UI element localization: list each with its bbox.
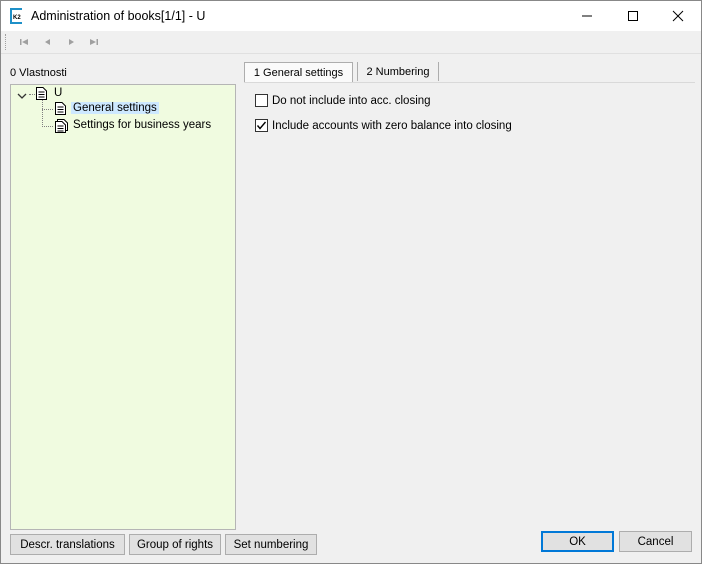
close-button[interactable]	[655, 1, 701, 31]
do-not-include-checkbox[interactable]	[255, 94, 268, 107]
group-of-rights-button[interactable]: Group of rights	[129, 534, 221, 555]
document-icon	[55, 102, 66, 115]
maximize-icon	[628, 11, 638, 21]
ok-button[interactable]: OK	[541, 531, 614, 552]
documents-icon	[55, 119, 68, 133]
cancel-button[interactable]: Cancel	[619, 531, 692, 552]
tree-item-settings-for-business-years[interactable]: Settings for business years	[73, 119, 211, 131]
tree-connector	[42, 100, 43, 127]
do-not-include-label: Do not include into acc. closing	[272, 94, 431, 107]
toolbar-grip[interactable]	[5, 34, 8, 50]
k2-app-icon: K2	[10, 8, 24, 24]
checkmark-icon	[256, 121, 267, 130]
record-navigation-toolbar	[1, 31, 701, 54]
close-icon	[672, 10, 684, 22]
maximize-button[interactable]	[610, 1, 656, 31]
dialog-window: K2 Administration of books[1/1] - U 0 Vl	[0, 0, 702, 564]
minimize-icon	[582, 15, 592, 17]
svg-text:K2: K2	[13, 15, 21, 21]
option-include-zero-balance-accounts[interactable]: Include accounts with zero balance into …	[255, 119, 512, 132]
next-record-icon[interactable]	[64, 35, 78, 49]
window-title: Administration of books[1/1] - U	[31, 9, 206, 23]
collapse-chevron-icon[interactable]	[17, 89, 29, 99]
title-bar: K2 Administration of books[1/1] - U	[1, 1, 701, 31]
tree-connector	[29, 94, 35, 95]
include-zero-balance-label: Include accounts with zero balance into …	[272, 119, 512, 132]
include-zero-balance-checkbox[interactable]	[255, 119, 268, 132]
descr-translations-button[interactable]: Descr. translations	[10, 534, 125, 555]
tree-item-general-settings[interactable]: General settings	[71, 102, 159, 114]
tree-root-label[interactable]: U	[54, 87, 62, 99]
last-record-icon[interactable]	[86, 35, 100, 49]
previous-record-icon[interactable]	[41, 35, 55, 49]
tree-connector	[42, 109, 53, 110]
tree-connector	[42, 126, 53, 127]
set-numbering-button[interactable]: Set numbering	[225, 534, 317, 555]
tab-divider	[244, 82, 695, 83]
tab-general-settings[interactable]: 1 General settings	[244, 62, 353, 83]
properties-panel-label: 0 Vlastnosti	[10, 67, 67, 79]
minimize-button[interactable]	[564, 1, 610, 31]
properties-tree[interactable]: U General settings Settings for business…	[10, 84, 236, 530]
option-do-not-include-into-closing[interactable]: Do not include into acc. closing	[255, 94, 431, 107]
tab-numbering[interactable]: 2 Numbering	[357, 62, 439, 81]
document-icon	[36, 87, 47, 100]
first-record-icon[interactable]	[18, 35, 32, 49]
